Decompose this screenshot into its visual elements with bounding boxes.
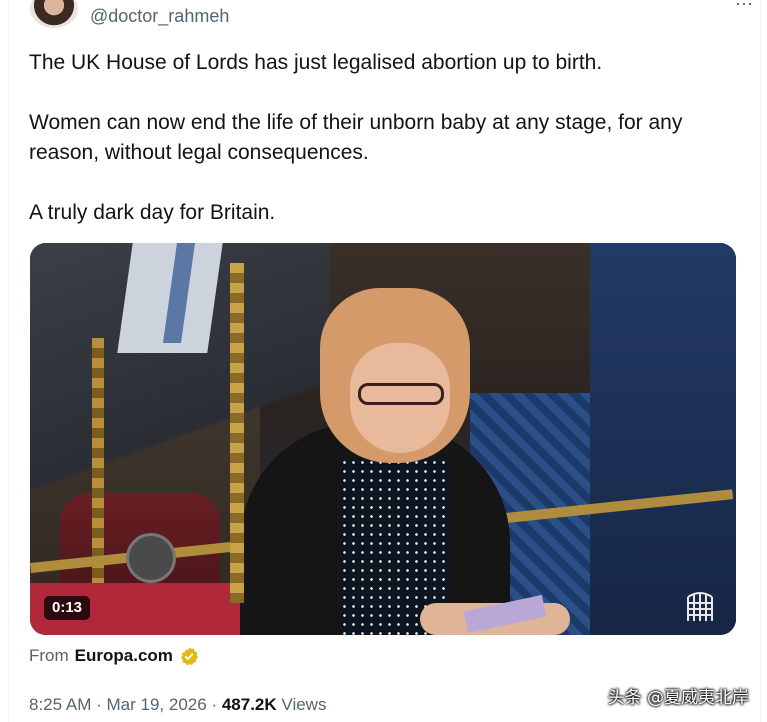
standing-figure xyxy=(590,243,736,635)
tweet-date[interactable]: Mar 19, 2026 xyxy=(107,695,207,714)
meta-separator: · xyxy=(96,695,102,714)
tweet-text: The UK House of Lords has just legalised… xyxy=(29,48,729,228)
tweet-paragraph: The UK House of Lords has just legalised… xyxy=(29,51,603,74)
tweet-paragraph: Women can now end the life of their unbo… xyxy=(29,111,683,164)
meta-separator: · xyxy=(211,695,218,714)
media-source: From Europa.com xyxy=(29,646,199,666)
tweet-time[interactable]: 8:25 AM xyxy=(29,695,91,714)
portcullis-icon xyxy=(687,592,713,621)
tweet-meta: 8:25 AM · Mar 19, 2026 · 487.2K Views xyxy=(29,695,326,715)
video-duration-badge: 0:13 xyxy=(44,596,91,620)
tweet-paragraph: A truly dark day for Britain. xyxy=(29,201,276,224)
author-handle[interactable]: @doctor_rahmeh xyxy=(90,6,229,27)
views-label: Views xyxy=(281,695,327,714)
gold-verified-badge-icon xyxy=(180,647,198,666)
microphone xyxy=(126,533,176,583)
watermark: 头条 @夏威夷北岸 xyxy=(607,688,749,708)
views-count: 487.2K xyxy=(221,695,277,714)
source-link[interactable]: Europa.com xyxy=(75,646,173,666)
brass-post xyxy=(230,263,244,603)
glasses xyxy=(358,383,444,405)
more-options-icon[interactable]: ⋯ xyxy=(735,0,753,15)
source-prefix: From xyxy=(29,646,69,665)
video-player[interactable]: 0:13 xyxy=(30,243,736,635)
